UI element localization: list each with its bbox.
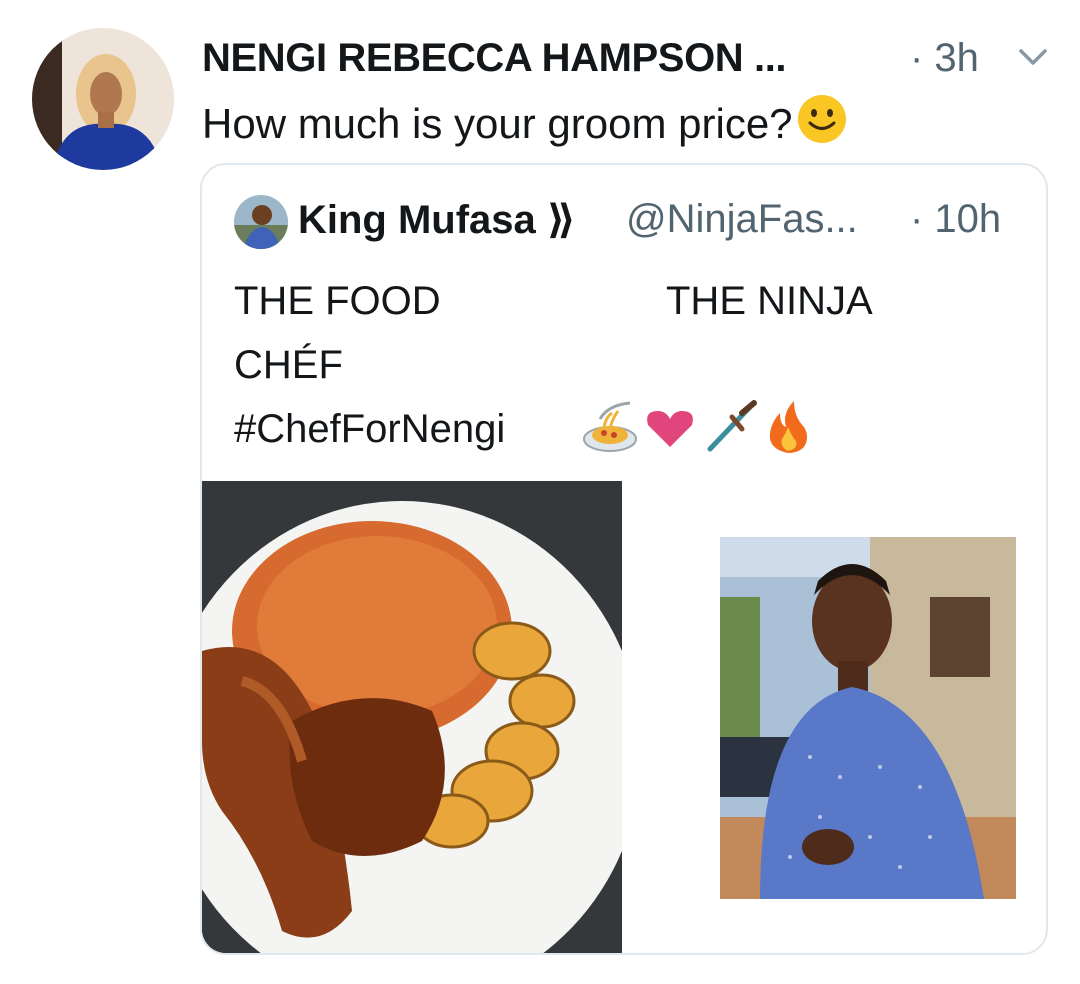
quoted-author-avatar[interactable] <box>234 195 288 249</box>
fire-icon <box>769 401 807 453</box>
dagger-icon <box>707 400 757 452</box>
portrait-photo[interactable] <box>720 537 1016 899</box>
quoted-media[interactable] <box>202 481 1046 953</box>
tweet-header: NENGI REBECCA HAMPSON ... · 3h <box>202 30 1062 84</box>
quoted-author-handle[interactable]: @NinjaFas... <box>626 197 858 242</box>
food-photo[interactable] <box>202 481 622 953</box>
quoted-text-ninja: THE NINJA <box>666 279 873 323</box>
food-photo-image <box>202 481 622 953</box>
quoted-text-chef: CHÉF <box>234 343 343 387</box>
chevron-down-icon[interactable] <box>1016 42 1050 72</box>
portrait-photo-pane[interactable] <box>624 481 1046 953</box>
heart-icon <box>647 411 693 447</box>
slightly-smiling-face-icon <box>797 95 846 143</box>
tweet-time[interactable]: · 3h <box>910 36 979 81</box>
author-avatar[interactable] <box>32 28 174 170</box>
portrait-photo-image <box>720 537 1016 899</box>
quoted-emoji-row <box>582 397 812 457</box>
quoted-text-food: THE FOOD <box>234 279 441 323</box>
quoted-author-name[interactable]: King Mufasa ⟫ <box>298 197 576 243</box>
tweet-text: How much is your groom price? <box>202 92 849 148</box>
tweet-text-content: How much is your groom price? <box>202 100 793 147</box>
quoted-tweet-time[interactable]: · 10h <box>910 197 1001 242</box>
quoted-avatar-image <box>234 195 288 249</box>
spaghetti-icon <box>583 401 637 452</box>
author-name[interactable]: NENGI REBECCA HAMPSON ... <box>202 36 787 81</box>
quoted-hashtag[interactable]: #ChefForNengi <box>234 407 505 452</box>
avatar-image <box>32 28 174 170</box>
quoted-tweet[interactable]: King Mufasa ⟫ @NinjaFas... · 10h THE FOO… <box>200 163 1048 955</box>
